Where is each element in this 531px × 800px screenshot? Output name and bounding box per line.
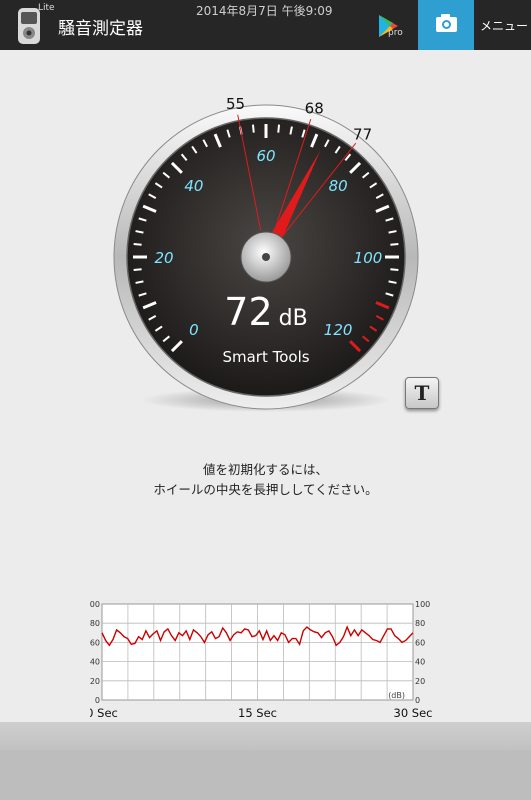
sound-level-gauge[interactable]: 0 20 40 60 80 100 120 55 68 77 72 dB Smart Tools — [111, 95, 421, 425]
db-unit: dB — [279, 306, 308, 331]
gauge-marker-label: 55 — [226, 95, 245, 113]
gauge-tick — [390, 242, 399, 246]
reset-hint-line2: ホイールの中央を長押ししてください。 — [153, 482, 378, 497]
chart-y-tick-label: 60 — [90, 638, 100, 647]
gauge-marker-label: 68 — [305, 100, 324, 118]
chart-y-tick-label: 0 — [415, 696, 420, 705]
app-bar: Lite 騒音測定器 2014年8月7日 午後9:09 pro メニュー — [0, 0, 531, 50]
gauge-scale-label: 80 — [329, 177, 348, 195]
chart-x-tick-label: 0 Sec — [90, 706, 118, 720]
gauge-scale-label: 0 — [189, 321, 199, 339]
chart-y-tick-label: 20 — [90, 677, 100, 686]
gauge-tick — [133, 242, 142, 246]
gauge-tick — [277, 124, 281, 133]
gauge-tick — [390, 268, 399, 272]
reset-hint-line1: 値を初期化するには、 — [202, 462, 328, 477]
chart-y-tick-label: 20 — [415, 677, 425, 686]
hub-center — [262, 253, 270, 261]
chart-y-tick-label: 60 — [415, 638, 425, 647]
pro-label: pro — [388, 28, 403, 38]
chart-y-tick-label: 80 — [90, 619, 100, 628]
gauge-marker-label: 77 — [353, 125, 372, 143]
system-nav-bar — [0, 750, 531, 800]
history-chart: 100 80 60 40 20 0 100 80 60 40 20 0 0 Sec 15 Sec 30 … — [90, 600, 433, 720]
camera-button[interactable] — [418, 0, 474, 50]
gauge-tick — [133, 268, 142, 272]
chart-y-tick-label: 0 — [95, 696, 100, 705]
chart-unit-label: (dB) — [388, 691, 405, 700]
chart-x-tick-label: 30 Sec — [394, 706, 433, 720]
chart-y-labels-left: 100 80 60 40 20 0 — [90, 600, 100, 705]
chart-y-tick-label: 40 — [90, 658, 100, 667]
menu-button[interactable]: メニュー — [480, 17, 528, 34]
gauge-scale-label: 40 — [184, 177, 203, 195]
lite-badge: Lite — [38, 3, 55, 13]
camera-icon — [436, 14, 457, 32]
chart-y-labels-right: 100 80 60 40 20 0 — [415, 600, 430, 705]
gauge-tick — [251, 124, 255, 133]
gauge-scale-label: 60 — [256, 147, 275, 165]
db-value: 72 — [224, 290, 272, 334]
chart-x-labels: 0 Sec 15 Sec 30 Sec — [90, 706, 433, 720]
chart-y-tick-label: 80 — [415, 619, 425, 628]
status-datetime: 2014年8月7日 午後9:09 — [196, 4, 333, 18]
chart-y-tick-label: 100 — [90, 600, 100, 609]
chart-y-tick-label: 40 — [415, 658, 425, 667]
gauge-scale-label: 20 — [154, 249, 173, 267]
chart-x-tick-label: 15 Sec — [238, 706, 277, 720]
reset-hint: 値を初期化するには、 ホイールの中央を長押ししてください。 — [0, 460, 531, 500]
gauge-scale-label: 120 — [324, 321, 353, 339]
t-button[interactable]: T — [405, 377, 439, 409]
gauge-scale-label: 100 — [354, 249, 383, 267]
brand-label: Smart Tools — [222, 348, 309, 366]
chart-y-tick-label: 100 — [415, 600, 430, 609]
app-title: 騒音測定器 — [58, 19, 143, 39]
